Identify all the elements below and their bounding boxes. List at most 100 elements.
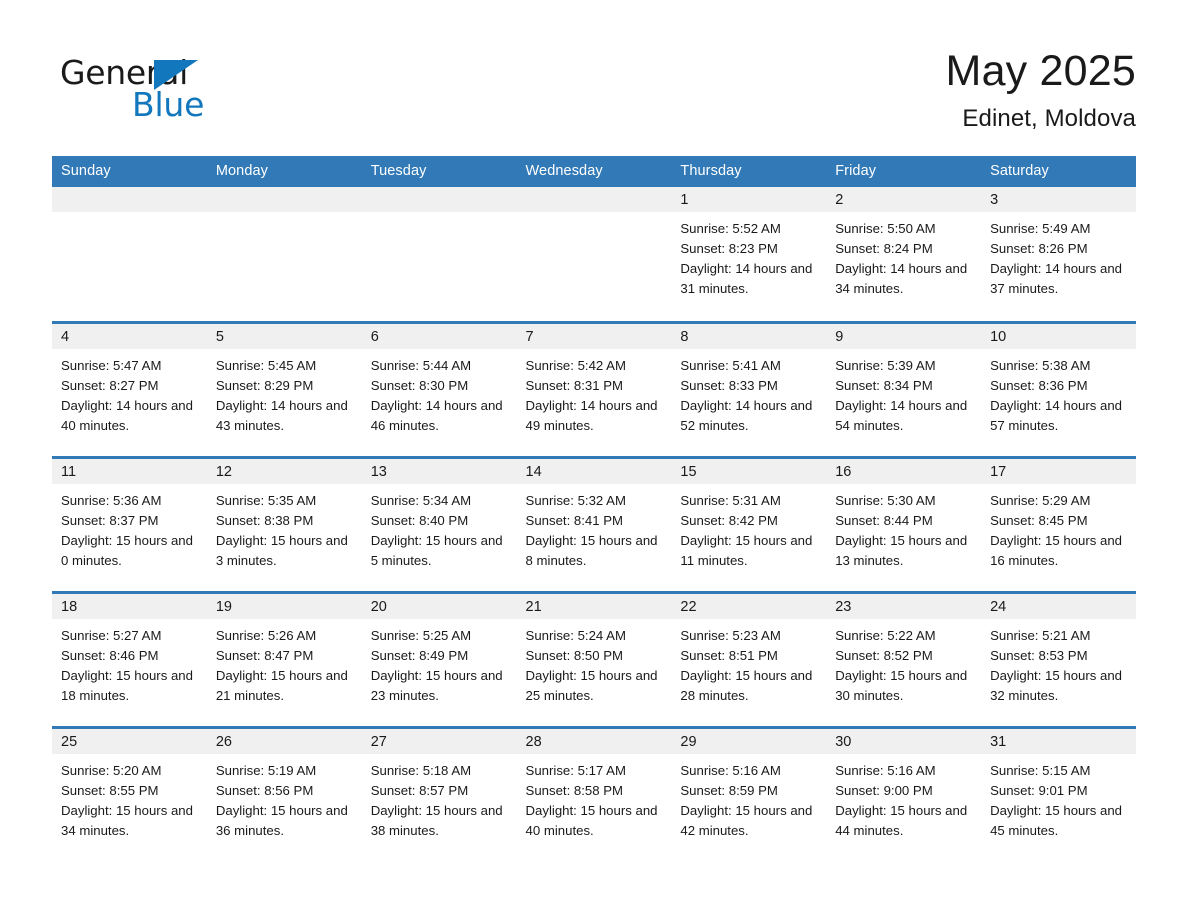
brand-logo[interactable]: General Blue: [57, 44, 257, 122]
calendar-day-cell[interactable]: 24 Sunrise: 5:21 AM Sunset: 8:53 PM Dayligh…: [981, 590, 1136, 727]
daylight-text: Daylight: 15 hours and 36 minutes.: [215, 802, 348, 838]
daylight-text: Daylight: 15 hours and 8 minutes.: [525, 532, 658, 568]
day-details: Sunrise: 5:38 AM Sunset: 8:36 PM Daylight:…: [981, 349, 1136, 436]
daylight-text: Daylight: 15 hours and 30 minutes.: [835, 667, 968, 703]
daylight-text: Daylight: 15 hours and 23 minutes.: [370, 667, 503, 703]
calendar-day-cell[interactable]: 12 Sunrise: 5:35 AM Sunset: 8:38 PM Dayligh…: [206, 455, 362, 592]
calendar-day-cell[interactable]: 3 Sunrise: 5:49 AM Sunset: 8:26 PM Daylight…: [981, 187, 1136, 322]
day-number: 22: [671, 593, 827, 619]
sunset-text: Sunset: 8:44 PM: [835, 512, 933, 528]
sunset-text: Sunset: 8:26 PM: [990, 241, 1088, 256]
calendar-day-cell[interactable]: 27 Sunrise: 5:18 AM Sunset: 8:57 PM Dayligh…: [361, 725, 517, 862]
daylight-text: Daylight: 14 hours and 57 minutes.: [990, 397, 1123, 433]
day-number: 28: [516, 728, 672, 754]
sunset-text: Sunset: 8:56 PM: [215, 782, 314, 798]
day-number: 25: [52, 728, 207, 754]
calendar-day-cell[interactable]: 29 Sunrise: 5:16 AM Sunset: 8:59 PM Dayligh…: [671, 725, 827, 862]
daylight-text: Daylight: 14 hours and 49 minutes.: [525, 397, 658, 433]
day-details: Sunrise: 5:21 AM Sunset: 8:53 PM Daylight:…: [981, 619, 1136, 706]
calendar-day-cell[interactable]: 28 Sunrise: 5:17 AM Sunset: 8:58 PM Dayligh…: [516, 725, 672, 862]
day-number: 4: [52, 323, 207, 349]
day-details: Sunrise: 5:25 AM Sunset: 8:49 PM Daylight:…: [362, 619, 517, 706]
daylight-text: Daylight: 15 hours and 40 minutes.: [525, 802, 658, 838]
daylight-text: Daylight: 15 hours and 45 minutes.: [990, 802, 1123, 838]
day-details: Sunrise: 5:16 AM Sunset: 8:59 PM Daylight:…: [671, 754, 826, 841]
day-details: Sunrise: 5:22 AM Sunset: 8:52 PM Daylight:…: [826, 619, 981, 706]
daylight-text: Daylight: 14 hours and 31 minutes.: [680, 261, 813, 296]
day-number: [516, 187, 672, 212]
sunrise-text: Sunrise: 5:52 AM: [680, 221, 781, 236]
day-number: 11: [52, 458, 207, 484]
calendar-day-cell[interactable]: 8 Sunrise: 5:41 AM Sunset: 8:33 PM Daylight…: [671, 320, 827, 457]
day-details: Sunrise: 5:32 AM Sunset: 8:41 PM Daylight:…: [517, 484, 672, 571]
sunrise-text: Sunrise: 5:21 AM: [990, 627, 1091, 643]
sunset-text: Sunset: 8:40 PM: [370, 512, 469, 528]
sunrise-text: Sunrise: 5:44 AM: [370, 357, 472, 373]
calendar-day-cell[interactable]: 17 Sunrise: 5:29 AM Sunset: 8:45 PM Dayligh…: [981, 455, 1136, 592]
daylight-text: Daylight: 15 hours and 0 minutes.: [61, 532, 193, 568]
day-number: 6: [361, 323, 517, 349]
day-number: [361, 187, 517, 212]
day-number: 20: [361, 593, 517, 619]
day-number: 5: [206, 323, 362, 349]
daylight-text: Daylight: 15 hours and 13 minutes.: [835, 532, 968, 568]
calendar-day-cell[interactable]: 20 Sunrise: 5:25 AM Sunset: 8:49 PM Dayligh…: [361, 590, 517, 727]
daylight-text: Daylight: 15 hours and 16 minutes.: [990, 532, 1123, 568]
day-details: Sunrise: 5:31 AM Sunset: 8:42 PM Daylight:…: [671, 484, 826, 571]
sunset-text: Sunset: 8:24 PM: [835, 241, 933, 256]
day-details: Sunrise: 5:29 AM Sunset: 8:45 PM Daylight:…: [981, 484, 1136, 571]
sunrise-text: Sunrise: 5:38 AM: [990, 357, 1091, 373]
daylight-text: Daylight: 15 hours and 42 minutes.: [680, 802, 813, 838]
calendar-day-cell[interactable]: 11 Sunrise: 5:36 AM Sunset: 8:37 PM Dayligh…: [52, 455, 207, 592]
day-number: 24: [981, 593, 1136, 619]
calendar-day-cell[interactable]: 4 Sunrise: 5:47 AM Sunset: 8:27 PM Daylight…: [52, 320, 207, 457]
calendar-day-cell[interactable]: 1 Sunrise: 5:52 AM Sunset: 8:23 PM Daylight…: [671, 187, 827, 322]
sunrise-text: Sunrise: 5:41 AM: [680, 357, 781, 373]
daylight-text: Daylight: 15 hours and 11 minutes.: [680, 532, 813, 568]
sunset-text: Sunset: 8:45 PM: [990, 512, 1088, 528]
calendar-day-cell[interactable]: 6 Sunrise: 5:44 AM Sunset: 8:30 PM Daylight…: [361, 320, 517, 457]
calendar-day-cell[interactable]: 13 Sunrise: 5:34 AM Sunset: 8:40 PM Dayligh…: [361, 455, 517, 592]
day-details: Sunrise: 5:20 AM Sunset: 8:55 PM Daylight:…: [52, 754, 207, 841]
daylight-text: Daylight: 14 hours and 54 minutes.: [835, 397, 968, 433]
sunset-text: Sunset: 8:38 PM: [215, 512, 314, 528]
day-number: 7: [516, 323, 672, 349]
calendar-day-cell[interactable]: 5 Sunrise: 5:45 AM Sunset: 8:29 PM Daylight…: [206, 320, 362, 457]
day-number: 21: [516, 593, 672, 619]
weekday-header-tuesday: Tuesday: [361, 156, 517, 187]
day-details: Sunrise: 5:27 AM Sunset: 8:46 PM Daylight:…: [52, 619, 207, 706]
sunset-text: Sunset: 8:33 PM: [680, 377, 778, 393]
day-details: Sunrise: 5:41 AM Sunset: 8:33 PM Daylight:…: [671, 349, 826, 436]
sunset-text: Sunset: 8:37 PM: [61, 512, 159, 528]
calendar-day-cell[interactable]: 31 Sunrise: 5:15 AM Sunset: 9:01 PM Dayligh…: [981, 725, 1136, 862]
sunset-text: Sunset: 8:27 PM: [61, 377, 159, 393]
day-details: Sunrise: 5:42 AM Sunset: 8:31 PM Daylight:…: [517, 349, 672, 436]
day-details: Sunrise: 5:26 AM Sunset: 8:47 PM Daylight:…: [207, 619, 362, 706]
calendar-day-cell[interactable]: 23 Sunrise: 5:22 AM Sunset: 8:52 PM Dayligh…: [826, 590, 982, 727]
day-number: 3: [981, 187, 1136, 212]
calendar-day-cell[interactable]: 14 Sunrise: 5:32 AM Sunset: 8:41 PM Dayligh…: [516, 455, 672, 592]
calendar-day-cell[interactable]: 15 Sunrise: 5:31 AM Sunset: 8:42 PM Dayligh…: [671, 455, 827, 592]
calendar-day-cell[interactable]: 9 Sunrise: 5:39 AM Sunset: 8:34 PM Daylight…: [826, 320, 982, 457]
calendar-day-cell[interactable]: 10 Sunrise: 5:38 AM Sunset: 8:36 PM Dayligh…: [981, 320, 1136, 457]
calendar-day-cell[interactable]: 2 Sunrise: 5:50 AM Sunset: 8:24 PM Daylight…: [826, 187, 982, 322]
sunrise-text: Sunrise: 5:25 AM: [370, 627, 472, 643]
calendar-day-cell[interactable]: 16 Sunrise: 5:30 AM Sunset: 8:44 PM Dayligh…: [826, 455, 982, 592]
page-header: General Blue May 2025 Edinet, Moldova: [0, 0, 1188, 156]
calendar-day-cell[interactable]: 18 Sunrise: 5:27 AM Sunset: 8:46 PM Dayligh…: [52, 590, 207, 727]
calendar-day-cell[interactable]: 7 Sunrise: 5:42 AM Sunset: 8:31 PM Daylight…: [516, 320, 672, 457]
day-details: Sunrise: 5:19 AM Sunset: 8:56 PM Daylight:…: [207, 754, 362, 841]
day-number: 31: [981, 728, 1136, 754]
calendar-day-cell[interactable]: 30 Sunrise: 5:16 AM Sunset: 9:00 PM Dayligh…: [826, 725, 982, 862]
calendar-day-cell[interactable]: 22 Sunrise: 5:23 AM Sunset: 8:51 PM Dayligh…: [671, 590, 827, 727]
day-number: 2: [826, 187, 982, 212]
calendar-day-cell[interactable]: 19 Sunrise: 5:26 AM Sunset: 8:47 PM Dayligh…: [206, 590, 362, 727]
sunset-text: Sunset: 8:29 PM: [215, 377, 314, 393]
day-number: 12: [206, 458, 362, 484]
calendar-day-cell[interactable]: 21 Sunrise: 5:24 AM Sunset: 8:50 PM Dayligh…: [516, 590, 672, 727]
daylight-text: Daylight: 15 hours and 18 minutes.: [61, 667, 193, 703]
calendar-day-cell[interactable]: 25 Sunrise: 5:20 AM Sunset: 8:55 PM Dayligh…: [52, 725, 207, 862]
sunset-text: Sunset: 8:41 PM: [525, 512, 624, 528]
calendar-day-cell[interactable]: 26 Sunrise: 5:19 AM Sunset: 8:56 PM Dayligh…: [206, 725, 362, 862]
daylight-text: Daylight: 14 hours and 40 minutes.: [61, 397, 193, 433]
